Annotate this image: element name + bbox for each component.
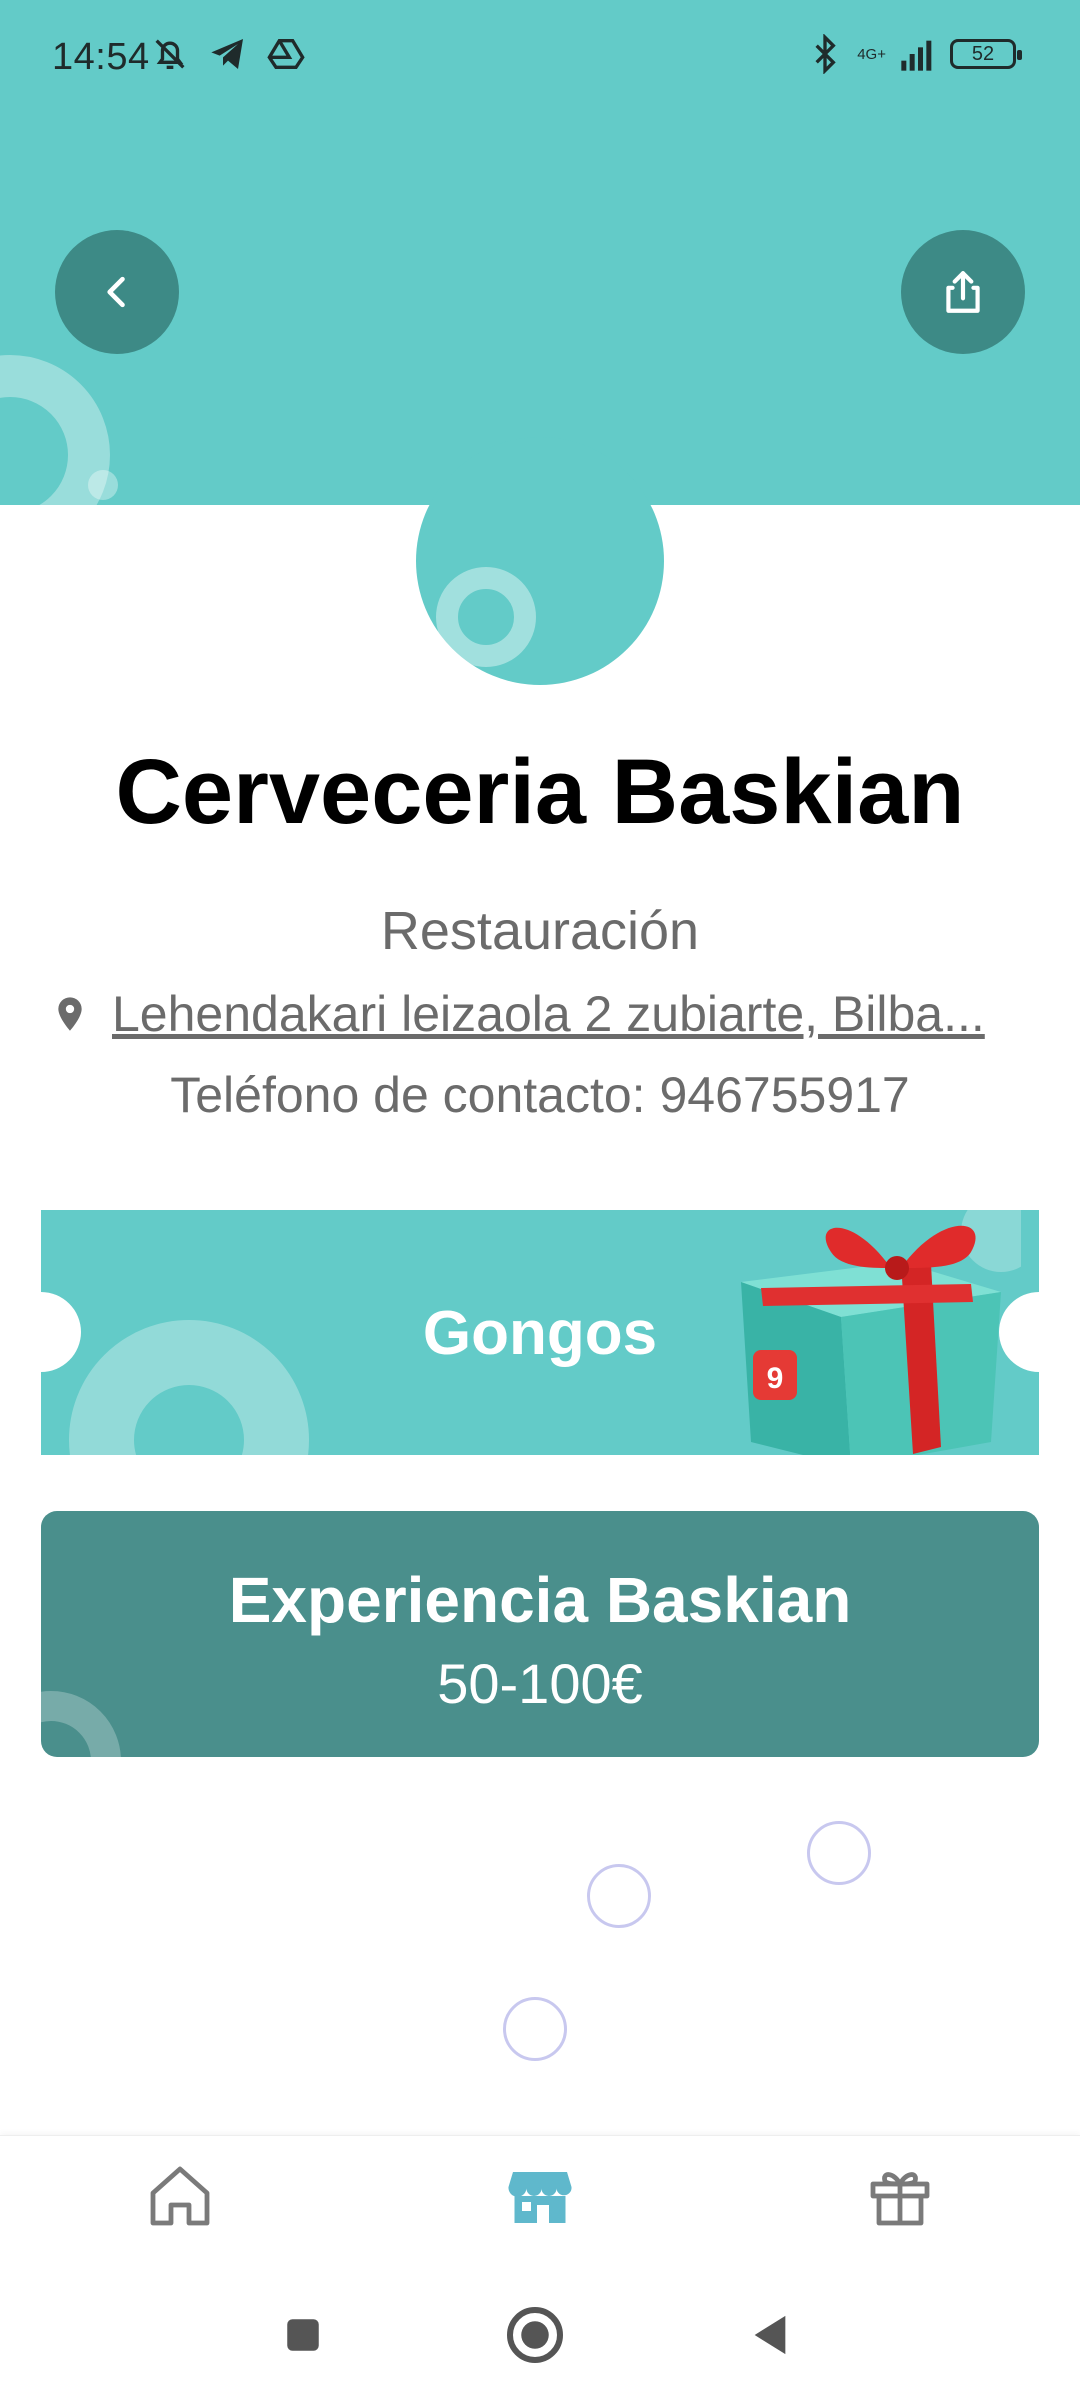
business-logo xyxy=(416,437,664,685)
loading-indicator xyxy=(503,1997,567,2061)
contact-phone: Teléfono de contacto: 946755917 xyxy=(170,1067,910,1123)
recents-button[interactable] xyxy=(268,2300,338,2370)
recents-icon xyxy=(287,2319,319,2351)
store-icon xyxy=(508,2172,572,2223)
loading-indicator xyxy=(587,1864,651,1928)
decorative-dot xyxy=(88,470,118,500)
nav-home[interactable] xyxy=(140,2156,220,2236)
share-button[interactable] xyxy=(901,230,1025,354)
system-home-button[interactable] xyxy=(500,2300,570,2370)
decorative-ring xyxy=(436,567,536,667)
business-name: Cerveceria Baskian xyxy=(115,741,965,843)
location-pin-icon xyxy=(58,997,82,1031)
address-row[interactable]: Lehendakari leizaola 2 zubiarte, Bilba..… xyxy=(50,985,1030,1043)
drive-icon xyxy=(267,39,305,69)
bluetooth-icon xyxy=(815,34,836,74)
chevron-left-icon xyxy=(107,276,125,308)
nav-gifts[interactable] xyxy=(860,2156,940,2236)
experience-card[interactable]: Experiencia Baskian 50-100€ xyxy=(41,1511,1039,1757)
home-icon xyxy=(150,2166,210,2226)
network-type: 4G+ xyxy=(857,45,886,63)
address-link[interactable]: Lehendakari leizaola 2 zubiarte, Bilba..… xyxy=(112,985,985,1043)
telegram-icon xyxy=(211,39,243,69)
loading-indicator xyxy=(807,1821,871,1885)
experience-title: Experiencia Baskian xyxy=(228,1564,852,1636)
gift-icon xyxy=(870,2172,930,2226)
svg-text:9: 9 xyxy=(767,1362,784,1395)
home-circle-icon xyxy=(507,2307,563,2363)
bell-off-icon xyxy=(155,39,185,69)
back-button[interactable] xyxy=(55,230,179,354)
business-category: Restauración xyxy=(380,901,700,961)
nav-store[interactable] xyxy=(500,2156,580,2236)
signal-icon xyxy=(901,40,932,71)
system-back-button[interactable] xyxy=(735,2300,805,2370)
gongos-card[interactable]: Gongos 9 xyxy=(41,1210,1039,1455)
experience-price: 50-100€ xyxy=(437,1652,643,1715)
battery-indicator: 52 xyxy=(950,39,1022,69)
back-triangle-icon xyxy=(754,2315,786,2355)
system-navigation xyxy=(0,2265,1080,2400)
header-banner: 14:54 4G+ 52 xyxy=(0,0,1080,505)
status-time: 14:54 xyxy=(52,36,150,78)
share-icon xyxy=(946,271,980,313)
status-bar: 14:54 4G+ 52 xyxy=(0,0,1080,115)
bottom-navigation xyxy=(0,2135,1080,2265)
gift-box-icon: 9 xyxy=(741,1210,1021,1455)
